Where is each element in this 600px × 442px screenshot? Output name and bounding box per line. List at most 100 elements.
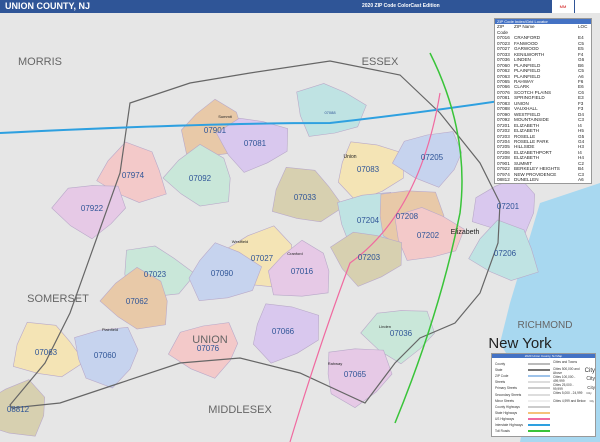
region-label: RICHMOND — [518, 320, 573, 331]
city-size-label: Cities 100,000 - 499,999 — [553, 375, 576, 383]
zip-label: 07205 — [421, 153, 444, 162]
zip-label: 07027 — [251, 254, 274, 263]
city-size-item: Cities 25,000 - 99,999 City — [553, 383, 595, 391]
city-size-label: Cities 25,000 - 99,999 — [553, 383, 574, 391]
legend-item: ZIP Code — [495, 374, 550, 378]
zip-label: 07202 — [417, 231, 440, 240]
zip-label: 07901 — [204, 126, 227, 135]
city-label: Plainfield — [102, 327, 118, 332]
city-label: Linden — [379, 324, 391, 329]
map-legend: 2020 Union County, NJ Map County State ZIP… — [491, 353, 596, 437]
legend-swatch — [528, 405, 550, 408]
zip-label: 07922 — [81, 204, 104, 213]
legend-label: Primary Streets — [495, 386, 517, 391]
zip-label: 07083 — [357, 165, 380, 174]
legend-label: Interstate Highways — [495, 423, 523, 427]
legend-item: County Highways — [495, 405, 550, 409]
table-row: 08812 DUNELLEN A6 — [495, 177, 591, 182]
legend-title: 2020 Union County, NJ Map — [492, 354, 595, 358]
legend-label: Streets — [495, 380, 506, 385]
legend-item: Streets — [495, 380, 550, 384]
zip-label: 07033 — [294, 193, 317, 202]
zip-label: 07204 — [357, 216, 380, 225]
zip-label: 07081 — [244, 139, 267, 148]
legend-item: Interstate Highways — [495, 423, 550, 427]
legend-label: State Highways — [495, 410, 518, 415]
region-label: UNION — [192, 334, 228, 346]
legend-swatch — [528, 430, 550, 433]
zip-label: 07974 — [122, 171, 145, 180]
info-box — [575, 0, 600, 13]
legend-swatch — [528, 381, 550, 384]
zip-label: 07060 — [94, 351, 117, 360]
legend-label: County Highways — [495, 404, 520, 409]
city-label: Westfield — [232, 239, 248, 244]
city-sample: City — [587, 384, 595, 390]
city-sample: City — [586, 391, 592, 395]
legend-label: County — [495, 362, 506, 366]
city-size-label: Cities 500,000 and Above — [553, 367, 580, 375]
legend-swatch — [528, 369, 550, 372]
edition-label: 2020 ZIP Code ColorCast Edition — [362, 3, 440, 9]
zip-label: 07063 — [35, 348, 58, 357]
zip-label: 07016 — [291, 267, 314, 276]
legend-item: State Highways — [495, 411, 550, 415]
legend-swatch — [528, 399, 550, 402]
city-label: Elizabeth — [451, 229, 480, 236]
city-label: Cranford — [287, 251, 303, 256]
zip-label: 07092 — [189, 174, 212, 183]
legend-item: Minor Streets — [495, 399, 550, 403]
table-cell: DUNELLEN — [514, 177, 539, 183]
table-header-row: ZIP Code ZIP Name LOC — [495, 24, 591, 35]
city-label: Summit — [218, 114, 232, 119]
zip-label: 07066 — [272, 327, 295, 336]
legend-item: Primary Streets — [495, 386, 550, 390]
legend-swatch — [528, 363, 550, 365]
zip-index-table: ZIP Code Index/Grid Locator ZIP Code ZIP… — [494, 18, 592, 184]
city-sample: City — [584, 368, 595, 374]
legend-label: US Highways — [495, 416, 515, 421]
zip-label: 07201 — [497, 202, 520, 211]
table-cell: 08812 — [497, 177, 510, 183]
legend-label: State — [495, 368, 503, 373]
legend-label: ZIP Code — [495, 374, 509, 379]
zip-label: 08812 — [7, 405, 30, 414]
legend-label: Minor Streets — [495, 398, 514, 403]
col-name: ZIP Name — [514, 24, 535, 30]
city-size-item: Cities 4,999 and Below City — [553, 399, 594, 403]
legend-swatch — [528, 411, 550, 414]
zip-label: 07065 — [344, 370, 367, 379]
city-label: Union — [343, 154, 356, 160]
city-size-item: Cities 100,000 - 499,999 City — [553, 375, 595, 383]
zip-label: 07088 — [324, 110, 336, 115]
table-cell: A6 — [578, 177, 584, 183]
city-sample: City — [586, 376, 595, 382]
region-label: MIDDLESEX — [208, 404, 272, 416]
region-label: MORRIS — [18, 56, 62, 68]
zip-label: 07206 — [494, 249, 517, 258]
zip-label: 07036 — [390, 329, 413, 338]
region-label: New York — [488, 335, 552, 352]
city-size-label: Cities 5,000 - 24,999 — [553, 391, 583, 395]
region-label: ESSEX — [362, 56, 399, 68]
zip-label: 07062 — [126, 297, 149, 306]
legend-item: Secondary Streets — [495, 393, 550, 397]
legend-item: US Highways — [495, 417, 550, 421]
col-zip: ZIP Code — [497, 24, 508, 35]
col-loc: LOC — [578, 24, 588, 30]
city-size-item: Cities 5,000 - 24,999 City — [553, 391, 592, 395]
legend-label: Toll Roads — [495, 429, 510, 434]
zip-label: 07023 — [144, 270, 167, 279]
legend-swatch — [528, 417, 550, 420]
city-label: Rahway — [328, 361, 342, 366]
city-header: Cities and Towns — [553, 360, 578, 364]
zip-label: 07208 — [396, 212, 419, 221]
legend-item: State — [495, 368, 550, 372]
region-label: SOMERSET — [27, 293, 89, 305]
city-sample: City — [589, 399, 594, 403]
zip-label: 07203 — [358, 253, 381, 262]
legend-swatch — [528, 424, 550, 426]
city-size-item: Cities 500,000 and Above City — [553, 367, 595, 375]
zip-label: 07090 — [211, 269, 234, 278]
legend-swatch — [528, 375, 550, 378]
